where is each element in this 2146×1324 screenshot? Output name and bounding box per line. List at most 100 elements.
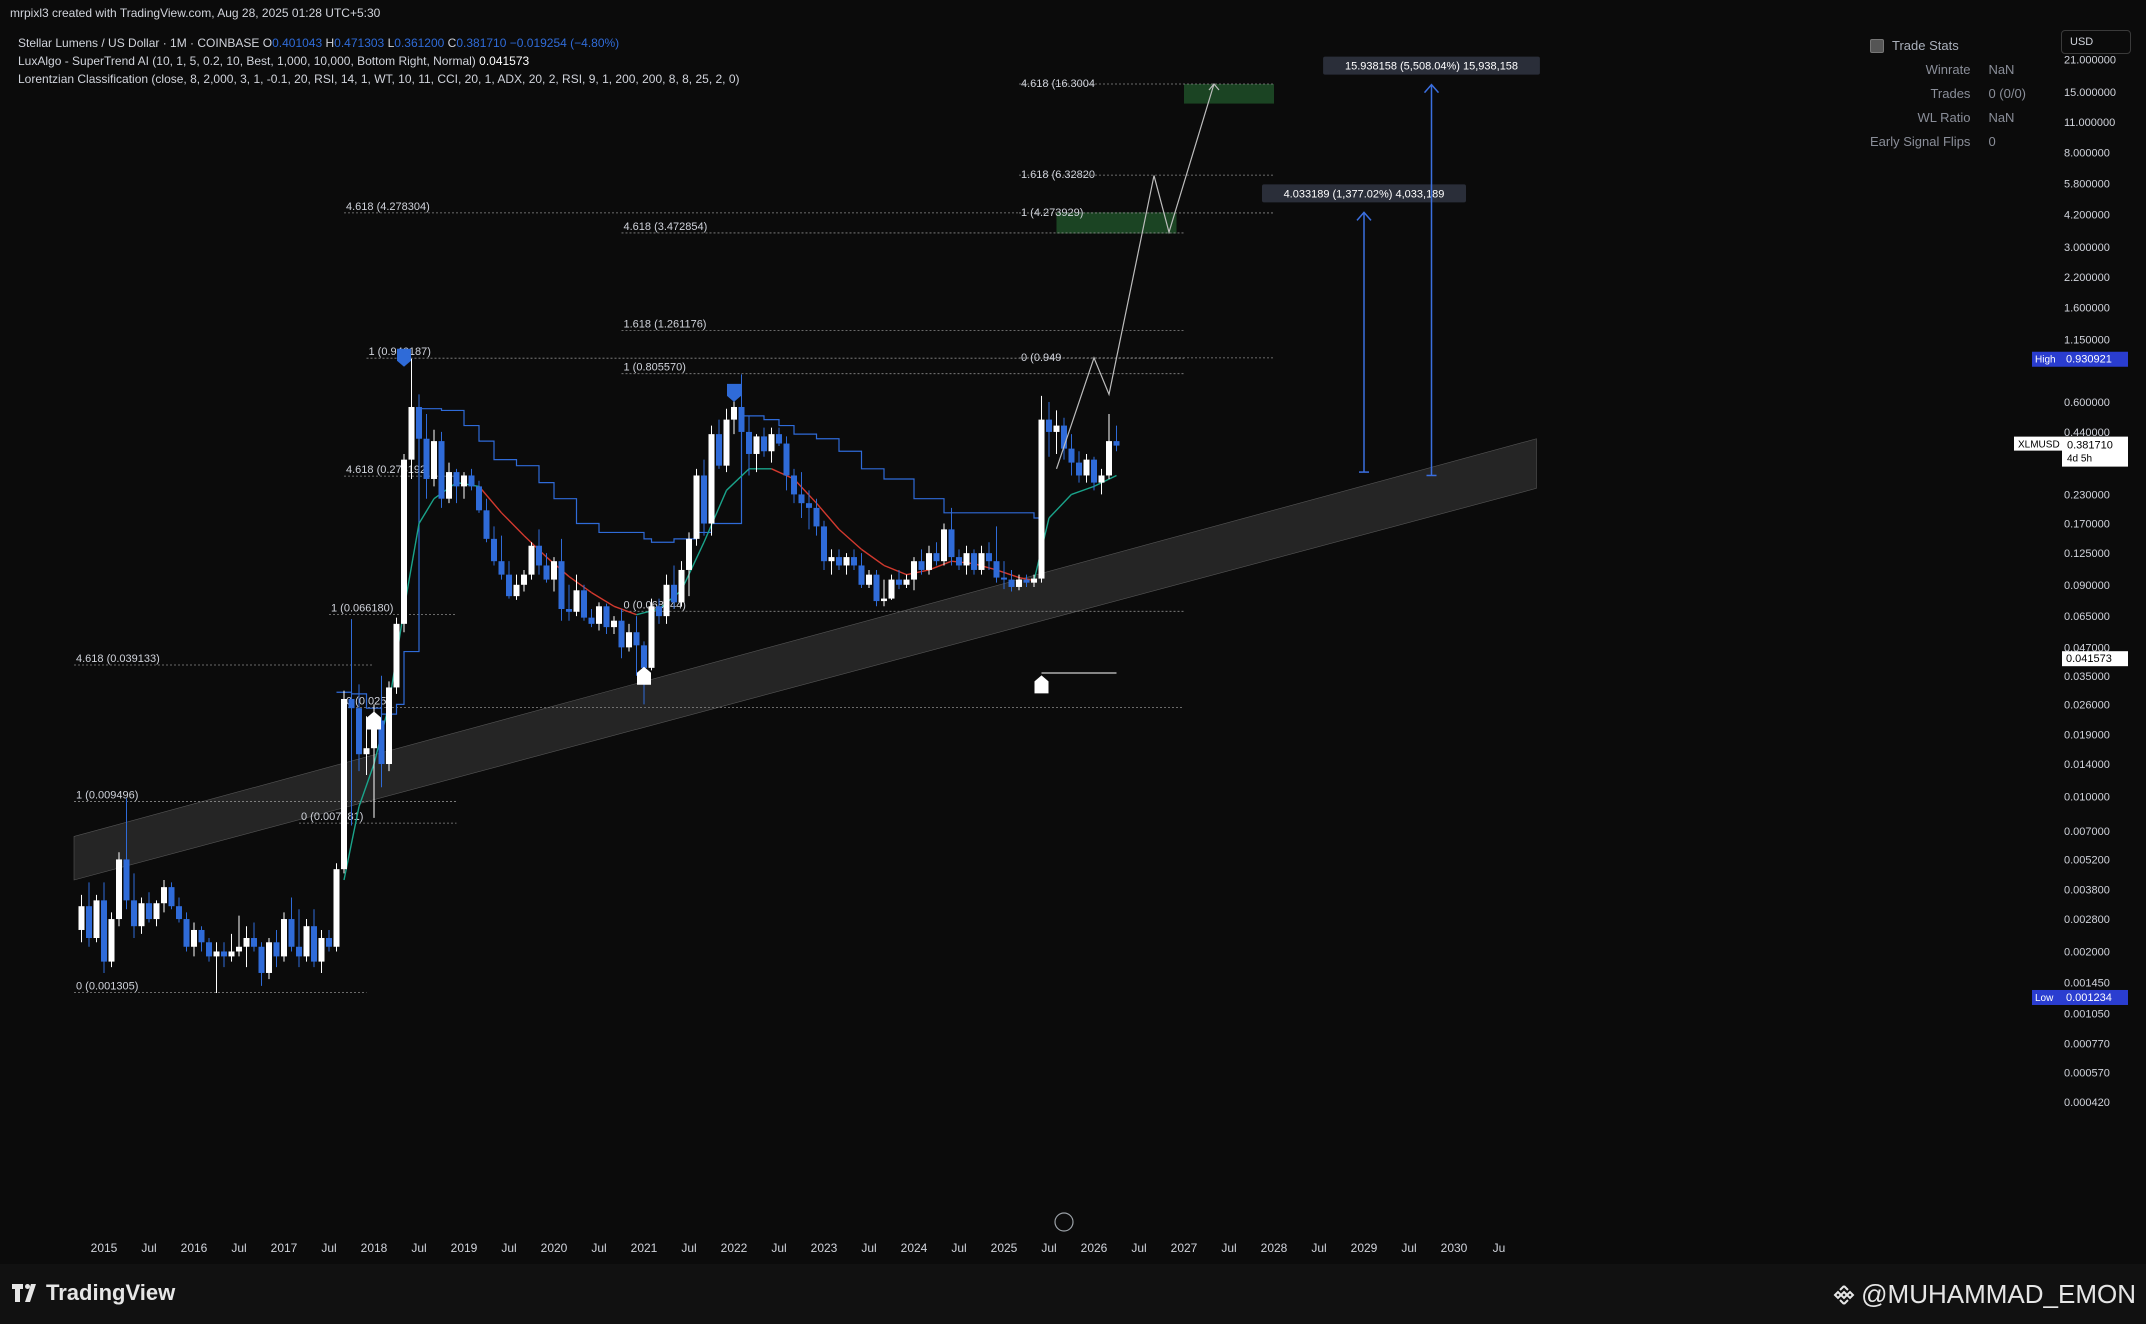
- trade-stats-value: 0: [1988, 134, 1996, 149]
- candle-body: [993, 561, 1000, 578]
- y-axis-tick-label: 0.003800: [2064, 885, 2110, 897]
- candle-body: [603, 606, 610, 628]
- candle-body: [191, 929, 197, 947]
- projection-path: [1055, 83, 1215, 470]
- y-axis-tick-label: 3.000000: [2064, 242, 2110, 254]
- candle-body: [1031, 578, 1037, 583]
- chart-area[interactable]: 0 (0.001305) 1 (0.009496) 0 (0.007581) 4.61…: [10, 26, 2136, 1266]
- candle-body: [461, 475, 467, 487]
- x-axis-tick-label: 2020: [541, 1241, 568, 1255]
- ema-segment: [815, 502, 840, 530]
- x-axis-tick-label: Jul: [591, 1241, 606, 1255]
- x-axis-tick-label: Jul: [231, 1241, 246, 1255]
- candle-body: [1098, 475, 1105, 483]
- candle-body: [708, 434, 715, 524]
- candle-body: [1068, 448, 1075, 463]
- candle-body: [903, 579, 910, 585]
- candle-body: [896, 579, 902, 585]
- candle-body: [783, 443, 790, 476]
- candle-body: [963, 553, 970, 566]
- price-chart[interactable]: 0 (0.001305) 1 (0.009496) 0 (0.007581) 4.61…: [10, 26, 2136, 1266]
- binance-icon: [1833, 1284, 1855, 1305]
- candle-body: [686, 538, 692, 570]
- trade-stats-key: Trades: [1930, 86, 1971, 101]
- candle-body: [971, 553, 977, 570]
- legend-symbol-row: Stellar Lumens / US Dollar · 1M · COINBA…: [18, 34, 740, 52]
- candle-body: [881, 598, 887, 602]
- trade-stats-key: WL Ratio: [1917, 110, 1971, 125]
- legend-indicator-lorentzian[interactable]: Lorentzian Classification (close, 8, 2,0…: [18, 70, 740, 88]
- candle-body: [821, 526, 827, 562]
- tradingview-logo[interactable]: TradingView: [12, 1280, 175, 1306]
- candle-body: [551, 561, 557, 580]
- lightning-icon[interactable]: [1054, 1212, 1074, 1232]
- candle-body: [206, 942, 212, 957]
- y-axis-tick-label: 5.800000: [2064, 179, 2110, 191]
- y-axis-tick-label: 0.010000: [2064, 791, 2110, 803]
- ema-segment: [456, 481, 480, 488]
- candle-body: [611, 620, 617, 628]
- candle-body: [926, 553, 932, 570]
- candle-body: [753, 436, 760, 454]
- currency-selector[interactable]: USD: [2061, 30, 2131, 54]
- candle-body: [738, 406, 745, 432]
- candle-body: [873, 574, 880, 602]
- fib-level-label: 4.618 (3.472854): [624, 221, 708, 233]
- candle-body: [543, 565, 550, 580]
- candle-body: [183, 919, 190, 947]
- ohlc-high: 0.471303: [334, 36, 385, 50]
- candle-body: [618, 620, 625, 648]
- candle-body: [318, 938, 325, 962]
- y-axis-tick-label: 1.600000: [2064, 303, 2110, 315]
- candle-body: [1076, 462, 1082, 476]
- x-axis-tick-label: 2023: [811, 1241, 838, 1255]
- fib-level-label: 0 (0.007581): [301, 811, 363, 823]
- y-axis-tick-label: 2.200000: [2064, 272, 2110, 284]
- y-axis-tick-label: 0.065000: [2064, 611, 2110, 623]
- y-axis-tick-label: 21.000000: [2064, 55, 2116, 67]
- candle-body: [176, 906, 182, 920]
- ema-segment: [861, 548, 885, 567]
- candle-body: [536, 545, 542, 566]
- y-axis-tick-label: 0.090000: [2064, 580, 2110, 592]
- candle-body: [228, 951, 235, 957]
- x-axis-tick-label: 2026: [1081, 1241, 1108, 1255]
- x-axis-tick-label: Jul: [321, 1241, 336, 1255]
- x-axis-tick-label: 2015: [91, 1241, 118, 1255]
- trade-stats-value: NaN: [1988, 62, 2015, 77]
- x-axis-tick-label: 2019: [451, 1241, 478, 1255]
- indicator-value: 0.041573: [2066, 653, 2112, 665]
- trade-stats-row: Early Signal Flips 0: [1870, 134, 2028, 149]
- fib-level-label: 1 (0.805570): [624, 362, 686, 374]
- sell-signal-icon: [397, 348, 411, 367]
- candle-body: [108, 919, 115, 962]
- candle-body: [1023, 579, 1030, 583]
- candle-body: [858, 565, 865, 585]
- x-axis-tick-label: 2030: [1441, 1241, 1468, 1255]
- candle-body: [138, 903, 145, 927]
- ema-segment: [793, 478, 818, 504]
- candle-body: [806, 503, 812, 508]
- candle-body: [573, 590, 580, 612]
- ema-segment: [433, 482, 457, 500]
- y-axis-tick-label: 0.007000: [2064, 826, 2110, 838]
- attribution-text: mrpixl3 created with TradingView.com, Au…: [10, 6, 381, 20]
- trade-stats-panel: Trade Stats Winrate NaN Trades 0 (0/0) WL Ra…: [1870, 38, 2028, 149]
- x-axis-tick-label: 2025: [991, 1241, 1018, 1255]
- fib-level-label: 0 (0.001305): [76, 981, 138, 993]
- x-axis-tick-label: Jul: [501, 1241, 516, 1255]
- candle-body: [153, 903, 160, 920]
- candle-body: [641, 645, 647, 668]
- ohlc-o-label: O: [262, 36, 273, 50]
- candle-body: [918, 561, 925, 570]
- legend-indicator-supertrend[interactable]: LuxAlgo - SuperTrend AI (10, 1, 5, 0.2, …: [18, 52, 740, 70]
- ohlc-open: 0.401043: [272, 36, 323, 50]
- x-axis-tick-label: Jul: [681, 1241, 696, 1255]
- candle-body: [296, 946, 302, 957]
- buy-signal-icon: [367, 711, 381, 730]
- fib-level-label: 4.618 (0.278192): [346, 464, 430, 476]
- measure-label: 4.033189 (1,377.02%) 4,033,189: [1284, 188, 1445, 200]
- candle-body: [723, 419, 730, 466]
- candle-body: [828, 557, 835, 562]
- candle-body: [648, 606, 655, 668]
